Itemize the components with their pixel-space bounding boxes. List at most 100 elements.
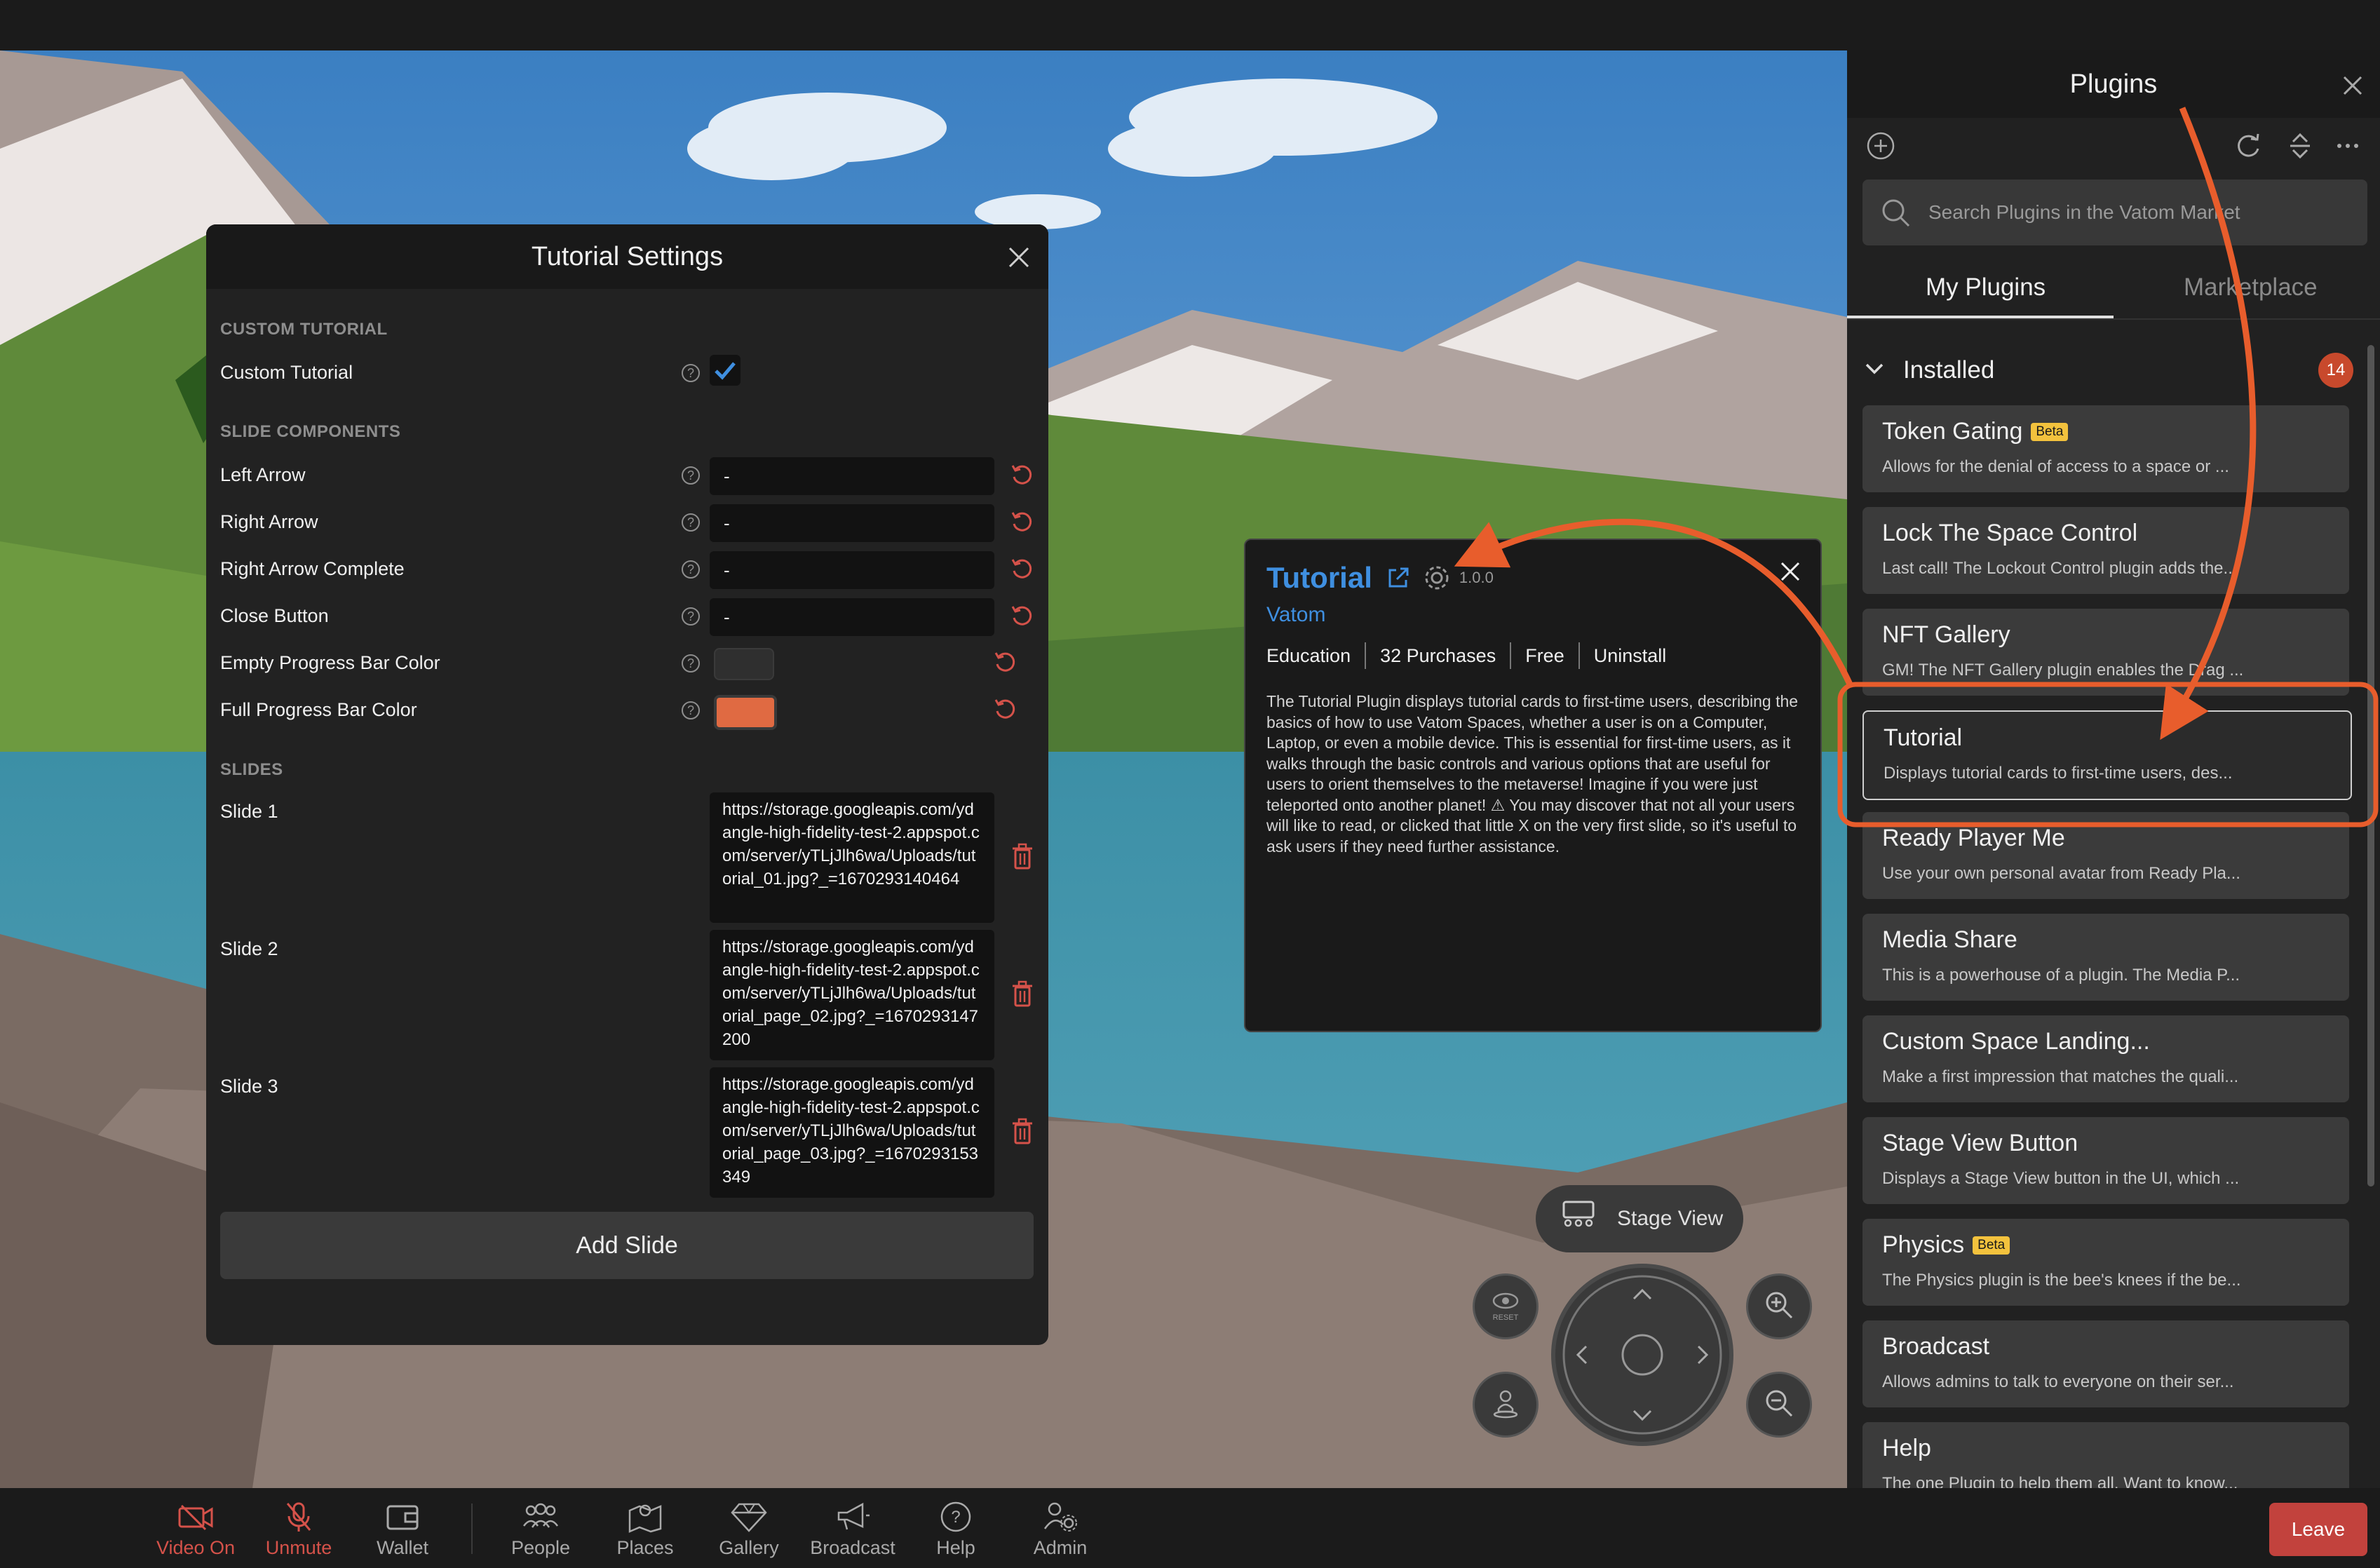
wallet-button[interactable]: Wallet bbox=[350, 1499, 455, 1562]
people-button[interactable]: People bbox=[488, 1499, 593, 1562]
places-button[interactable]: Places bbox=[593, 1499, 698, 1562]
avatar-button[interactable] bbox=[1473, 1372, 1539, 1438]
plugin-title-text: Tutorial bbox=[1266, 561, 1372, 594]
divider bbox=[1365, 642, 1367, 669]
plugin-detail-card: Tutorial 1.0.0 Vatom Education 32 Purcha… bbox=[1244, 539, 1822, 1032]
plugin-name-text: Lock The Space Control bbox=[1882, 520, 2138, 546]
reset-icon[interactable] bbox=[1010, 604, 1034, 628]
plugin-price: Free bbox=[1525, 644, 1564, 666]
help-icon[interactable]: ? bbox=[682, 560, 700, 579]
plugin-name-text: Broadcast bbox=[1882, 1333, 1990, 1360]
plugin-card-nft-gallery[interactable]: NFT Gallery GM! The NFT Gallery plugin en… bbox=[1862, 609, 2349, 696]
right-arrow-input[interactable]: - bbox=[710, 504, 994, 542]
plugin-version: 1.0.0 bbox=[1459, 569, 1494, 586]
section-slides: SLIDES bbox=[220, 760, 283, 779]
gallery-button[interactable]: Gallery bbox=[696, 1499, 802, 1562]
plugin-short-description: Allows for the denial of access to a spa… bbox=[1882, 457, 2229, 476]
help-icon[interactable]: ? bbox=[682, 364, 700, 382]
empty-progress-color-swatch[interactable] bbox=[714, 648, 774, 680]
full-progress-color-swatch[interactable] bbox=[714, 695, 777, 730]
divider bbox=[1510, 642, 1512, 669]
trash-icon[interactable] bbox=[1011, 1118, 1034, 1144]
refresh-icon[interactable] bbox=[2234, 132, 2262, 163]
megaphone-icon bbox=[837, 1502, 870, 1530]
plugins-title: Plugins bbox=[2069, 69, 2158, 99]
plugin-name: Custom Space Landing... bbox=[1882, 1028, 2150, 1055]
slide-3-url-field[interactable]: https://storage.googleapis.com/ydangle-h… bbox=[710, 1067, 994, 1198]
plugin-card-broadcast[interactable]: Broadcast Allows admins to talk to everyo… bbox=[1862, 1320, 2349, 1407]
custom-tutorial-checkbox[interactable] bbox=[710, 355, 741, 386]
add-slide-button[interactable]: Add Slide bbox=[220, 1212, 1034, 1279]
installed-section-header[interactable]: Installed 14 bbox=[1862, 349, 2353, 391]
wallet-label: Wallet bbox=[376, 1537, 428, 1558]
right-arrow-complete-input[interactable]: - bbox=[710, 551, 994, 589]
plugin-name: Media Share bbox=[1882, 926, 2017, 954]
bottom-toolbar: Video On Unmute Wallet People Places Gal… bbox=[0, 1488, 2380, 1568]
plugin-card-physics[interactable]: Physics Beta The Physics plugin is the bee… bbox=[1862, 1219, 2349, 1306]
movement-joystick[interactable] bbox=[1551, 1264, 1733, 1446]
plugins-header: Plugins bbox=[1847, 50, 2380, 118]
reset-view-button[interactable]: RESET bbox=[1473, 1273, 1539, 1339]
plugin-publisher-link[interactable]: Vatom bbox=[1266, 603, 1325, 627]
help-icon[interactable]: ? bbox=[682, 607, 700, 626]
plugin-card-token-gating[interactable]: Token Gating Beta Allows for the denial of… bbox=[1862, 405, 2349, 492]
plugin-name: Help bbox=[1882, 1435, 1931, 1462]
plugin-search-input[interactable]: Search Plugins in the Vatom Market bbox=[1862, 180, 2367, 245]
plugin-list-scrollbar[interactable] bbox=[2367, 345, 2374, 1187]
help-icon[interactable]: ? bbox=[682, 466, 700, 485]
reset-icon[interactable] bbox=[1010, 463, 1034, 487]
left-arrow-input[interactable]: - bbox=[710, 457, 994, 495]
slide-2-url-field[interactable]: https://storage.googleapis.com/ydangle-h… bbox=[710, 930, 994, 1060]
add-plugin-icon[interactable] bbox=[1865, 130, 1896, 165]
close-button-input[interactable]: - bbox=[710, 598, 994, 636]
plugin-short-description: Use your own personal avatar from Ready … bbox=[1882, 864, 2240, 883]
help-icon[interactable]: ? bbox=[682, 513, 700, 532]
modal-header: Tutorial Settings bbox=[206, 224, 1048, 289]
plugin-card-lock-the-space-control[interactable]: Lock The Space Control Last call! The Loc… bbox=[1862, 507, 2349, 594]
wallet-icon bbox=[386, 1505, 419, 1530]
beta-badge: Beta bbox=[1973, 1236, 2010, 1255]
plugin-name: Token Gating Beta bbox=[1882, 418, 2069, 445]
plugin-card-media-share[interactable]: Media Share This is a powerhouse of a plu… bbox=[1862, 914, 2349, 1001]
tab-marketplace[interactable]: Marketplace bbox=[2184, 273, 2318, 302]
more-icon[interactable] bbox=[2335, 137, 2360, 158]
slide-1-url-field[interactable]: https://storage.googleapis.com/ydangle-h… bbox=[710, 792, 994, 923]
reset-icon[interactable] bbox=[1010, 510, 1034, 534]
tab-divider bbox=[1847, 318, 2380, 320]
help-button[interactable]: ? Help bbox=[903, 1499, 1008, 1562]
video-toggle-button[interactable]: Video On bbox=[143, 1499, 248, 1562]
diamond-icon bbox=[731, 1503, 767, 1532]
reset-icon[interactable] bbox=[1010, 557, 1034, 581]
help-icon[interactable]: ? bbox=[682, 701, 700, 719]
sort-icon[interactable] bbox=[2286, 132, 2314, 163]
plugin-card-custom-space-landing[interactable]: Custom Space Landing... Make a first impr… bbox=[1862, 1015, 2349, 1102]
reset-icon[interactable] bbox=[993, 697, 1017, 721]
plugin-card-ready-player-me[interactable]: Ready Player Me Use your own personal ava… bbox=[1862, 812, 2349, 899]
reset-icon[interactable] bbox=[993, 650, 1017, 674]
plugin-card-stage-view-button[interactable]: Stage View Button Displays a Stage View b… bbox=[1862, 1117, 2349, 1204]
plugin-name: Ready Player Me bbox=[1882, 825, 2065, 852]
uninstall-link[interactable]: Uninstall bbox=[1594, 645, 1667, 667]
plugin-purchases: 32 Purchases bbox=[1380, 644, 1496, 666]
trash-icon[interactable] bbox=[1011, 843, 1034, 870]
video-off-icon bbox=[178, 1504, 213, 1531]
plugin-card-help[interactable]: Help The one Plugin to help them all. Wan… bbox=[1862, 1422, 2349, 1488]
plugin-name-text: Token Gating bbox=[1882, 418, 2023, 445]
close-icon[interactable] bbox=[2342, 73, 2363, 103]
zoom-in-button[interactable] bbox=[1746, 1273, 1812, 1339]
admin-button[interactable]: Admin bbox=[1008, 1499, 1113, 1562]
zoom-out-button[interactable] bbox=[1746, 1372, 1812, 1438]
tab-my-plugins[interactable]: My Plugins bbox=[1926, 273, 2046, 302]
help-circle-icon: ? bbox=[940, 1501, 971, 1532]
mute-toggle-button[interactable]: Unmute bbox=[246, 1499, 351, 1562]
stage-view-button[interactable]: Stage View bbox=[1536, 1185, 1743, 1252]
leave-button[interactable]: Leave bbox=[2269, 1503, 2367, 1556]
gear-icon[interactable] bbox=[1423, 564, 1451, 592]
external-link-icon[interactable] bbox=[1386, 566, 1410, 590]
close-icon[interactable] bbox=[1780, 561, 1801, 586]
trash-icon[interactable] bbox=[1011, 980, 1034, 1007]
help-icon[interactable]: ? bbox=[682, 654, 700, 673]
close-icon[interactable] bbox=[1008, 245, 1030, 276]
broadcast-button[interactable]: Broadcast bbox=[800, 1499, 905, 1562]
plugin-card-tutorial[interactable]: Tutorial Displays tutorial cards to first… bbox=[1862, 710, 2352, 800]
